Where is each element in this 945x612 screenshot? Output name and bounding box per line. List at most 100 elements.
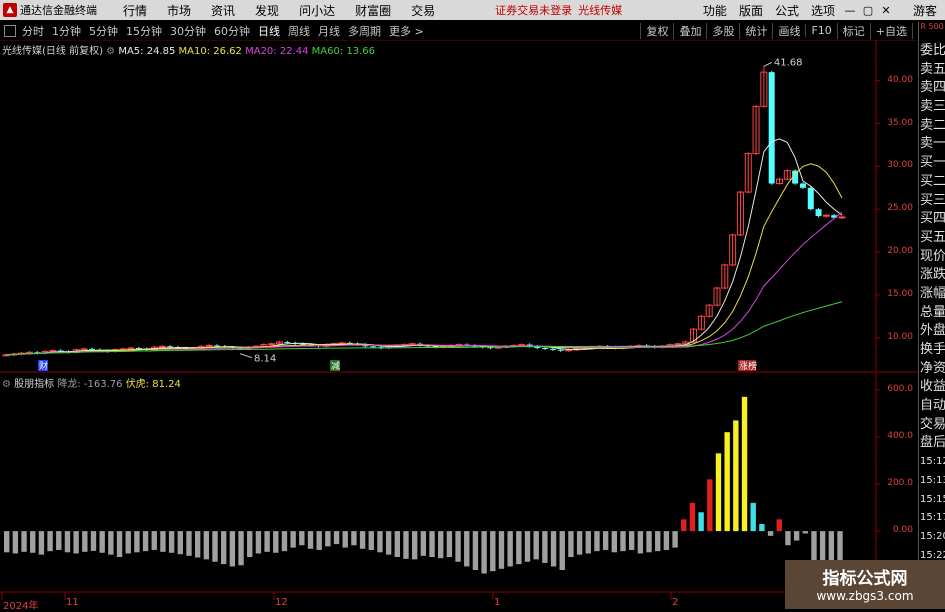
guest-label[interactable]: 游客 [913,2,937,19]
candle-body [674,343,682,346]
login-notice[interactable]: 证券交易未登录 [495,2,572,18]
settings-icon[interactable]: ⚙ [106,46,115,57]
candle-body [463,344,470,346]
menu-formula[interactable]: 公式 [769,2,805,19]
side-panel-item: 总量 [920,304,945,320]
period-daily[interactable]: 日线 [254,23,284,39]
candle-body [362,344,369,347]
candle-body [34,352,41,354]
period-5min[interactable]: 5分钟 [85,23,122,39]
period-15min[interactable]: 15分钟 [122,23,166,39]
candle-body [518,344,526,347]
indicator-bar [472,531,479,570]
ma5-line [5,138,843,356]
menu-bar: ▲ 通达信金融终端 行情 市场 资讯 发现 问小达 财富圈 交易 证券交易未登录… [0,0,945,20]
candles-layer [2,66,846,357]
period-weekly[interactable]: 周线 [284,23,314,39]
annotations-layer: 41.68 8.14 财 减 涨榜 [38,57,803,372]
candle-body [190,347,198,350]
chart-canvas[interactable]: 41.68 8.14 财 减 涨榜 [0,0,945,609]
menu-item-news[interactable]: 资讯 [201,2,245,19]
indicator-bar [255,531,262,554]
candle-body [729,234,737,266]
candle-body [205,344,213,347]
period-intraday[interactable]: 分时 [18,23,48,39]
candle-body [510,344,518,347]
side-panel-item: 换手 [920,342,945,357]
indicator-bar [64,531,71,553]
indicator-name[interactable]: 股朋指标 [14,379,54,390]
menu-item-markets[interactable]: 市场 [157,2,201,19]
period-more[interactable]: 更多 > [385,23,428,39]
period-multi[interactable]: 多周期 [344,23,385,39]
indicator-bar [203,531,210,560]
candle-body [792,170,799,184]
indicator-bar [602,531,609,550]
multi-stock-button[interactable]: 多股 [706,22,739,39]
candle-body [612,347,619,349]
candle-body [721,264,729,289]
f10-button[interactable]: F10 [805,24,836,37]
menu-item-discover[interactable]: 发现 [245,2,289,19]
indicator-bar [481,531,487,574]
candle-body [619,346,627,349]
indicator-bar [785,531,791,546]
indicator-bar [125,531,131,554]
indicator-y-tick: 200.0 [887,478,913,488]
draw-line-button[interactable]: 画线 [772,22,805,39]
adjust-button[interactable]: 复权 [640,22,673,39]
side-panel-item[interactable]: 盘后 [919,434,945,453]
candle-body [174,347,181,349]
candle-body [534,346,541,349]
menu-options[interactable]: 选项 [805,2,841,19]
menu-layout[interactable]: 版面 [733,2,769,19]
side-panel-item: 外盘 [920,323,945,339]
candle-body [775,178,783,185]
candle-body [479,346,486,348]
menu-function[interactable]: 功能 [697,2,733,19]
side-panel-item: 15:13 [920,474,945,486]
period-monthly[interactable]: 月线 [314,23,344,39]
minimize-icon[interactable]: — [841,4,859,17]
indicator-bar [429,531,435,558]
candle-body [213,345,220,347]
panel-toggle-icon[interactable] [4,24,16,37]
indicator-bar [273,531,279,553]
indicator-bar [47,531,53,552]
menu-item-ask[interactable]: 问小达 [289,2,345,19]
mark-button[interactable]: 标记 [836,22,870,39]
settings-icon[interactable]: ⚙ [2,379,11,390]
side-panel-item[interactable]: 自动 [919,397,945,416]
period-60min[interactable]: 60分钟 [210,23,254,39]
add-watchlist-button[interactable]: +自选 [869,22,912,39]
candle-body [167,346,174,348]
indicator-bar [498,531,505,569]
side-panel-item: 卖三 [920,99,945,115]
indicator-bar [620,531,626,552]
main-y-tick: 25.00 [887,203,913,214]
indicator-bar [628,531,635,550]
overlay-button[interactable]: 叠加 [673,22,706,39]
menu-item-trade[interactable]: 交易 [401,2,445,19]
menu-item-wealth[interactable]: 财富圈 [345,2,401,19]
marker-text: 减 [331,360,340,372]
indicator-bar [238,531,244,566]
ma60-line [5,301,843,356]
main-y-tick: 35.00 [887,117,913,128]
indicator-bar [307,531,314,549]
close-icon[interactable]: ✕ [877,4,895,17]
candle-body [80,348,88,351]
menu-item-market[interactable]: 行情 [113,2,157,19]
marker-box [38,360,48,371]
stats-button[interactable]: 统计 [739,22,772,39]
candle-body [182,348,189,350]
maximize-icon[interactable]: ▢ [859,4,877,17]
period-30min[interactable]: 30分钟 [166,23,210,39]
x-axis-label: 11 [66,597,79,608]
candle-body [408,343,416,346]
period-1min[interactable]: 1分钟 [48,23,85,39]
candle-body [322,344,330,347]
candle-body [494,346,502,349]
candle-body [736,191,744,236]
side-panel-item[interactable]: 交易 [919,416,945,435]
